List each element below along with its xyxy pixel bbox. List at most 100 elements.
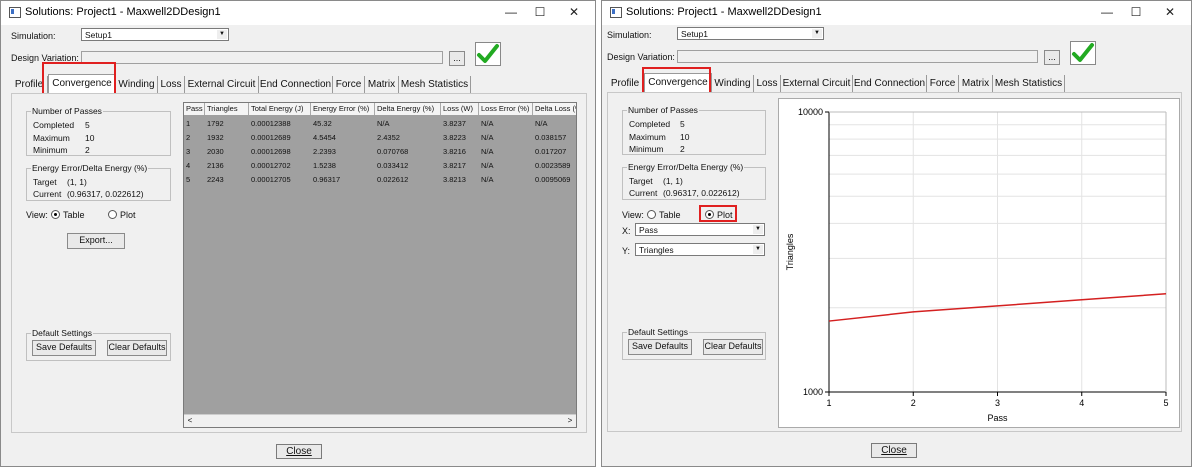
tab-winding[interactable]: Winding <box>712 75 754 92</box>
clear-defaults-button[interactable]: Clear Defaults <box>703 339 763 355</box>
table-header-cell[interactable]: Total Energy (J) <box>249 103 311 115</box>
plot-highlight <box>699 205 737 222</box>
table-cell: 2243 <box>207 175 224 184</box>
table-cell: 0.017207 <box>535 147 567 156</box>
table-cell: 2.4352 <box>377 133 400 142</box>
x-tick-label: 5 <box>1163 398 1168 408</box>
close-button[interactable]: Close <box>276 444 322 459</box>
maximize-icon[interactable]: ☐ <box>530 4 550 21</box>
clear-defaults-button[interactable]: Clear Defaults <box>107 340 167 356</box>
table-header-cell[interactable]: Energy Error (%) <box>311 103 375 115</box>
table-cell: 3.8213 <box>443 175 466 184</box>
table-header-cell[interactable]: Delta Loss (%) <box>533 103 576 115</box>
table-cell: 4 <box>186 161 191 170</box>
tab-external-circuit[interactable]: External Circuit <box>185 76 259 93</box>
view-table-label: Table <box>659 210 681 220</box>
simulation-select[interactable]: Setup1 ▼ <box>677 27 824 40</box>
view-label: View: <box>622 210 644 220</box>
design-variation-field[interactable] <box>677 50 1038 63</box>
close-icon[interactable]: ✕ <box>1160 4 1180 21</box>
design-variation-field[interactable] <box>81 51 443 64</box>
simulation-select[interactable]: Setup1 ▼ <box>81 28 229 41</box>
view-plot-radio[interactable]: Plot <box>108 210 136 220</box>
table-cell: 45.32 <box>313 119 332 128</box>
number-of-passes-title: Number of Passes <box>627 105 699 115</box>
minimum-label: Minimum <box>629 144 664 154</box>
table-cell: 0.070768 <box>377 147 409 156</box>
design-variation-browse-button[interactable]: ... <box>449 51 465 66</box>
x-tick-label: 3 <box>995 398 1000 408</box>
energy-error-group: Energy Error/Delta Energy (%) Target (1,… <box>622 162 766 200</box>
tab-end-connection[interactable]: End Connection <box>259 76 333 93</box>
table-header-cell[interactable]: Loss (W) <box>441 103 479 115</box>
table-cell: N/A <box>481 175 494 184</box>
y-axis-title: Triangles <box>785 233 795 270</box>
energy-error-group: Energy Error/Delta Energy (%) Target (1,… <box>26 163 171 201</box>
table-header-cell[interactable]: Triangles <box>205 103 249 115</box>
x-axis-select[interactable]: Pass ▼ <box>635 223 765 236</box>
y-axis-select[interactable]: Triangles ▼ <box>635 243 765 256</box>
simulation-value: Setup1 <box>681 29 708 39</box>
tab-matrix[interactable]: Matrix <box>365 76 399 93</box>
y-axis-label: Y: <box>622 246 631 256</box>
chevron-down-icon: ▼ <box>217 30 227 39</box>
design-variation-browse-button[interactable]: ... <box>1044 50 1060 65</box>
tab-external-circuit[interactable]: External Circuit <box>781 75 853 92</box>
tab-force[interactable]: Force <box>333 76 365 93</box>
tab-profile[interactable]: Profile <box>607 75 644 92</box>
table-cell: 0.033412 <box>377 161 409 170</box>
table-cell: 0.0023589 <box>535 161 571 170</box>
maximum-value: 10 <box>680 132 690 142</box>
tab-mesh-statistics[interactable]: Mesh Statistics <box>399 76 471 93</box>
minimize-icon[interactable]: — <box>1097 4 1117 21</box>
horizontal-scrollbar[interactable]: < > <box>184 414 576 427</box>
save-defaults-button[interactable]: Save Defaults <box>32 340 96 356</box>
minimum-value: 2 <box>85 145 90 155</box>
scroll-left-icon[interactable]: < <box>184 415 196 427</box>
scroll-right-icon[interactable]: > <box>564 415 576 427</box>
app-icon <box>9 7 21 18</box>
table-cell: 3.8223 <box>443 133 466 142</box>
view-label: View: <box>26 210 48 220</box>
radio-unselected-icon <box>647 210 656 219</box>
convergence-plot[interactable]: 1 2 3 4 5 1000 10000 Pass Triangles <box>778 98 1180 428</box>
tab-loss[interactable]: Loss <box>754 75 781 92</box>
table-cell: 5 <box>186 175 191 184</box>
tab-matrix[interactable]: Matrix <box>959 75 993 92</box>
table-cell: 1932 <box>207 133 224 142</box>
chevron-down-icon: ▼ <box>812 29 822 38</box>
convergence-table[interactable]: Pass Triangles Total Energy (J) Energy Erro… <box>183 102 577 428</box>
title-bar[interactable]: Solutions: Project1 - Maxwell2DDesign1 —… <box>602 1 1191 25</box>
minimize-icon[interactable]: — <box>501 4 521 21</box>
save-defaults-button[interactable]: Save Defaults <box>628 339 692 355</box>
table-header-cell[interactable]: Delta Energy (%) <box>375 103 441 115</box>
table-cell: 3.8237 <box>443 119 466 128</box>
target-label: Target <box>629 176 653 186</box>
checkmark-icon <box>475 42 501 66</box>
current-label: Current <box>629 188 658 198</box>
tab-winding[interactable]: Winding <box>116 76 158 93</box>
table-header-cell[interactable]: Loss Error (%) <box>479 103 533 115</box>
default-settings-group: Default Settings Save Defaults Clear Def… <box>622 327 766 360</box>
table-cell: 2.2393 <box>313 147 336 156</box>
maximize-icon[interactable]: ☐ <box>1126 4 1146 21</box>
table-header-cell[interactable]: Pass <box>184 103 205 115</box>
table-cell: 2030 <box>207 147 224 156</box>
tab-end-connection[interactable]: End Connection <box>853 75 927 92</box>
table-cell: 3.8216 <box>443 147 466 156</box>
table-cell: 0.00012702 <box>251 161 291 170</box>
title-bar[interactable]: Solutions: Project1 - Maxwell2DDesign1 —… <box>1 1 595 25</box>
tab-force[interactable]: Force <box>927 75 959 92</box>
table-cell: 1.5238 <box>313 161 336 170</box>
close-icon[interactable]: ✕ <box>564 4 584 21</box>
tab-loss[interactable]: Loss <box>158 76 185 93</box>
view-table-radio[interactable]: Table <box>51 210 85 220</box>
simulation-label: Simulation: <box>607 30 652 40</box>
view-table-radio[interactable]: Table <box>647 210 681 220</box>
tab-mesh-statistics[interactable]: Mesh Statistics <box>993 75 1065 92</box>
default-settings-title: Default Settings <box>627 327 690 337</box>
table-cell: 0.038157 <box>535 133 567 142</box>
number-of-passes-group: Number of Passes Completed 5 Maximum 10 … <box>622 105 766 155</box>
export-button[interactable]: Export... <box>67 233 125 249</box>
close-button[interactable]: Close <box>871 443 917 458</box>
